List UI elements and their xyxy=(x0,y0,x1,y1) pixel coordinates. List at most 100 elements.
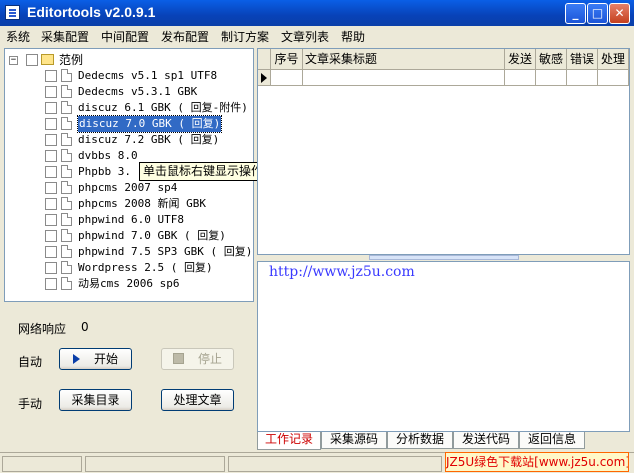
tree-item-checkbox[interactable] xyxy=(45,214,57,226)
status-panel xyxy=(2,456,82,472)
menu-publish-config[interactable]: 发布配置 xyxy=(161,28,209,45)
log-text: http://www.jz5u.com xyxy=(269,264,415,280)
stop-icon xyxy=(172,353,184,364)
document-icon xyxy=(61,117,72,130)
tab-source-code[interactable]: 采集源码 xyxy=(321,432,387,449)
document-icon xyxy=(61,69,72,82)
menu-middle-config[interactable]: 中间配置 xyxy=(101,28,149,45)
table-row-cell[interactable] xyxy=(598,70,629,86)
tree-item-label: phpwind 7.5 SP3 GBK ( 回复) xyxy=(78,245,253,258)
grid-corner xyxy=(258,49,271,70)
network-label: 网络响应 xyxy=(18,322,67,336)
tree-item-label: phpcms 2008 新闻 GBK xyxy=(78,197,206,210)
menu-collect-config[interactable]: 采集配置 xyxy=(41,28,89,45)
tree-item-checkbox[interactable] xyxy=(45,70,57,82)
tree-item-checkbox[interactable] xyxy=(45,166,57,178)
tree-item-checkbox[interactable] xyxy=(45,86,57,98)
close-button[interactable]: ✕ xyxy=(609,3,630,24)
collapse-icon[interactable]: − xyxy=(9,56,18,65)
tab-send-code[interactable]: 发送代码 xyxy=(453,432,519,449)
document-icon xyxy=(61,245,72,258)
col-sensitive[interactable]: 敏感 xyxy=(536,49,567,70)
document-icon xyxy=(61,165,72,178)
tab-analysis-data[interactable]: 分析数据 xyxy=(387,432,453,449)
tree-item-label: phpwind 7.0 GBK ( 回复) xyxy=(78,229,226,242)
tree-root-checkbox[interactable] xyxy=(26,54,38,66)
tree-item-label: Dedecms v5.3.1 GBK xyxy=(78,85,198,98)
document-icon xyxy=(61,197,72,210)
stop-button: 停止 xyxy=(161,348,234,370)
tree-item-checkbox[interactable] xyxy=(45,118,57,130)
tree-item-label: discuz 7.0 GBK ( 回复) xyxy=(76,115,223,133)
play-icon xyxy=(72,354,80,364)
menu-article-list[interactable]: 文章列表 xyxy=(281,28,329,45)
window-title: Editortools v2.0.9.1 xyxy=(27,4,156,20)
document-icon xyxy=(61,181,72,194)
menu-system[interactable]: 系统 xyxy=(6,28,30,45)
tab-work-log[interactable]: 工作记录 xyxy=(257,432,321,450)
minimize-button[interactable]: _ xyxy=(565,3,586,24)
menu-bar: 系统 采集配置 中间配置 发布配置 制订方案 文章列表 帮助 xyxy=(0,26,634,45)
tree-item-checkbox[interactable] xyxy=(45,198,57,210)
maximize-button[interactable]: □ xyxy=(587,3,608,24)
col-send[interactable]: 发送 xyxy=(505,49,536,70)
article-grid[interactable]: 序号 文章采集标题 发送 敏感 错误 处理 xyxy=(257,48,630,255)
tree-item-checkbox[interactable] xyxy=(45,150,57,162)
tree-item-label: Dedecms v5.1 sp1 UTF8 xyxy=(78,69,218,82)
tree-item-checkbox[interactable] xyxy=(45,262,57,274)
col-error[interactable]: 错误 xyxy=(567,49,598,70)
document-icon xyxy=(61,213,72,226)
document-icon xyxy=(61,85,72,98)
tree-item-checkbox[interactable] xyxy=(45,182,57,194)
tree-item-label: phpcms 2007 sp4 xyxy=(78,181,178,194)
app-icon xyxy=(5,5,20,20)
tree-item-label: dvbbs 8.0 xyxy=(78,149,138,162)
tree-item-checkbox[interactable] xyxy=(45,246,57,258)
table-row-cell[interactable] xyxy=(303,70,505,86)
document-icon xyxy=(61,149,72,162)
status-panel xyxy=(85,456,225,472)
table-row-cell[interactable] xyxy=(505,70,536,86)
tree-item-checkbox[interactable] xyxy=(45,278,57,290)
col-process[interactable]: 处理 xyxy=(598,49,629,70)
tab-return-info[interactable]: 返回信息 xyxy=(519,432,585,449)
menu-help[interactable]: 帮助 xyxy=(341,28,365,45)
document-icon xyxy=(61,261,72,274)
tree-item-label: discuz 7.2 GBK ( 回复) xyxy=(78,133,220,146)
table-row-cell[interactable] xyxy=(536,70,567,86)
document-icon xyxy=(61,229,72,242)
folder-icon xyxy=(41,54,54,65)
watermark-banner: JZ5U绿色下载站[www.jz5u.com] xyxy=(445,452,629,472)
document-icon xyxy=(61,133,72,146)
log-tabs: 工作记录 采集源码 分析数据 发送代码 返回信息 xyxy=(257,432,630,450)
tree-item-checkbox[interactable] xyxy=(45,230,57,242)
tree-item-checkbox[interactable] xyxy=(45,134,57,146)
tree-item-label: Wordpress 2.5 ( 回复) xyxy=(78,261,213,274)
row-pointer-icon xyxy=(261,73,267,83)
tree-item-label: Phpbb 3. xyxy=(78,165,131,178)
start-button[interactable]: 开始 xyxy=(59,348,132,370)
table-row-cell[interactable] xyxy=(567,70,598,86)
tree-item-label: discuz 6.1 GBK ( 回复-附件) xyxy=(78,101,248,114)
stop-button-label: 停止 xyxy=(197,352,222,366)
tree-item-label: 动易cms 2006 sp6 xyxy=(78,277,180,290)
network-value: 0 xyxy=(81,320,89,334)
splitter-grip[interactable] xyxy=(369,255,519,260)
status-panel xyxy=(228,456,442,472)
tree-root-label: 范例 xyxy=(59,53,84,67)
log-panel[interactable]: http://www.jz5u.com xyxy=(257,261,630,432)
row-pointer-cell xyxy=(258,70,271,86)
title-bar: Editortools v2.0.9.1 _ □ ✕ xyxy=(0,0,634,26)
collect-directory-button[interactable]: 采集目录 xyxy=(59,389,132,411)
col-title[interactable]: 文章采集标题 xyxy=(303,49,505,70)
table-row-cell[interactable] xyxy=(271,70,303,86)
tree-item-checkbox[interactable] xyxy=(45,102,57,114)
col-index[interactable]: 序号 xyxy=(271,49,303,70)
document-icon xyxy=(61,277,72,290)
document-icon xyxy=(61,101,72,114)
menu-plan[interactable]: 制订方案 xyxy=(221,28,269,45)
process-article-button[interactable]: 处理文章 xyxy=(161,389,234,411)
manual-label: 手动 xyxy=(18,397,43,411)
start-button-label: 开始 xyxy=(93,352,118,366)
tree-item-label: phpwind 6.0 UTF8 xyxy=(78,213,184,226)
